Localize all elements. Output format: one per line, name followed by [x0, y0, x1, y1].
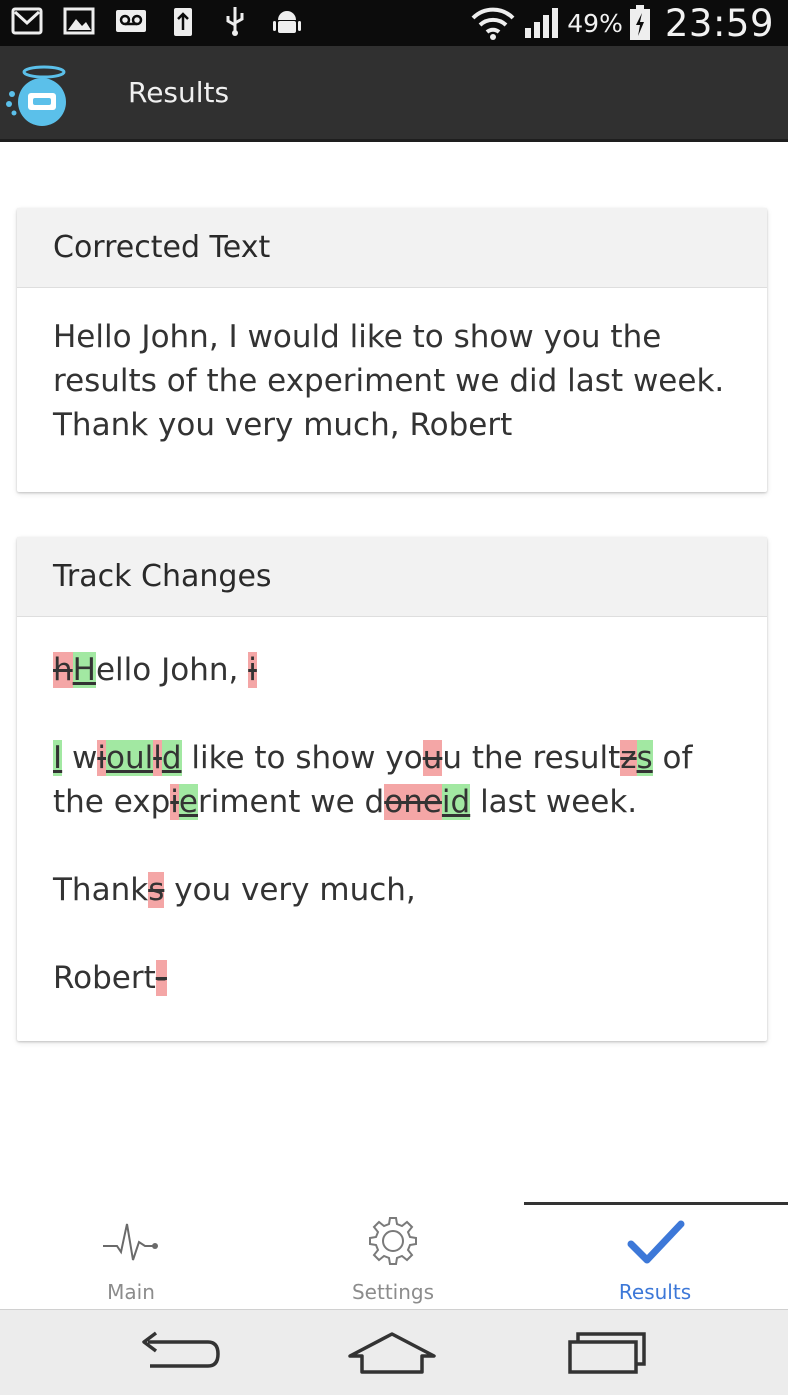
android-debug-icon [273, 11, 301, 33]
recent-apps-icon[interactable] [560, 1328, 660, 1378]
deleted-text: l [153, 740, 162, 776]
unchanged-text: you very much, [164, 872, 416, 908]
track-paragraph: Thanks you very much, [53, 868, 731, 912]
deleted-text: one [384, 784, 442, 820]
voicemail-icon [116, 10, 146, 32]
deleted-text: - [155, 960, 167, 996]
battery-icon [629, 5, 650, 40]
corrected-text-title: Corrected Text [17, 208, 767, 288]
clock: 23:59 [664, 1, 774, 45]
inserted-text: d [161, 740, 182, 776]
wifi-icon [471, 7, 515, 40]
deleted-text: z [620, 740, 637, 776]
heartbeat-icon [103, 1223, 158, 1261]
deleted-text: s [148, 872, 165, 908]
unchanged-text: riment we d [197, 784, 385, 820]
corrected-text-card: Corrected Text Hello John, I would like … [17, 208, 767, 492]
page-title: Results [128, 76, 230, 109]
unchanged-text: last week. [470, 784, 638, 820]
unchanged-text: Robert [53, 960, 156, 996]
tab-main-label: Main [107, 1280, 155, 1304]
unchanged-text: w [62, 740, 98, 776]
active-tab-indicator [524, 1202, 788, 1205]
deleted-text: h [53, 652, 73, 688]
tab-settings-label: Settings [351, 1280, 435, 1304]
unchanged-text: like to show yo [181, 740, 423, 776]
system-nav-bar [0, 1310, 788, 1395]
action-bar: Results [0, 46, 788, 142]
deleted-text: i [170, 784, 179, 820]
checkmark-icon [627, 1220, 685, 1264]
track-changes-title: Track Changes [17, 537, 767, 617]
back-icon[interactable] [128, 1328, 228, 1378]
track-paragraph: I wioulld like to show youu the resultzs… [53, 736, 731, 824]
inserted-text: id [441, 784, 471, 820]
inserted-text: H [72, 652, 96, 688]
battery-percent: 49% [567, 8, 623, 38]
usb-charge-icon [174, 8, 192, 36]
corrected-text-body: Hello John, I would like to show you the… [53, 319, 725, 443]
inserted-text: s [636, 740, 653, 776]
usb-icon [226, 7, 244, 36]
tab-main[interactable]: Main [0, 1200, 262, 1310]
tab-results[interactable]: Results [524, 1200, 786, 1310]
bottom-tab-bar: Main Settings Results [0, 1200, 788, 1310]
inserted-text: e [178, 784, 198, 820]
gear-icon [369, 1217, 417, 1265]
gmail-icon [11, 7, 43, 35]
unchanged-text: Thank [53, 872, 149, 908]
track-paragraph: Robert- [53, 956, 731, 1000]
track-changes-card: Track Changes hHello John, iI wioulld li… [17, 537, 767, 1041]
track-changes-body: hHello John, iI wioulld like to show you… [17, 617, 767, 1000]
track-paragraph: hHello John, i [53, 648, 731, 692]
unchanged-text: ello John, [95, 652, 249, 688]
gallery-icon [63, 7, 95, 35]
tab-settings[interactable]: Settings [262, 1200, 524, 1310]
deleted-text: i [97, 740, 106, 776]
app-logo-icon[interactable] [4, 58, 72, 128]
system-status: 49% 23:59 [469, 0, 774, 46]
deleted-text: i [248, 652, 257, 688]
tab-results-label: Results [618, 1280, 692, 1304]
notification-icons [10, 4, 304, 38]
status-bar: 49% 23:59 [0, 0, 788, 46]
home-icon[interactable] [342, 1328, 442, 1378]
signal-icon [525, 8, 559, 38]
inserted-text: I [53, 740, 63, 776]
inserted-text: oul [106, 740, 154, 776]
unchanged-text: u the result [442, 740, 621, 776]
deleted-text: u [422, 740, 443, 776]
